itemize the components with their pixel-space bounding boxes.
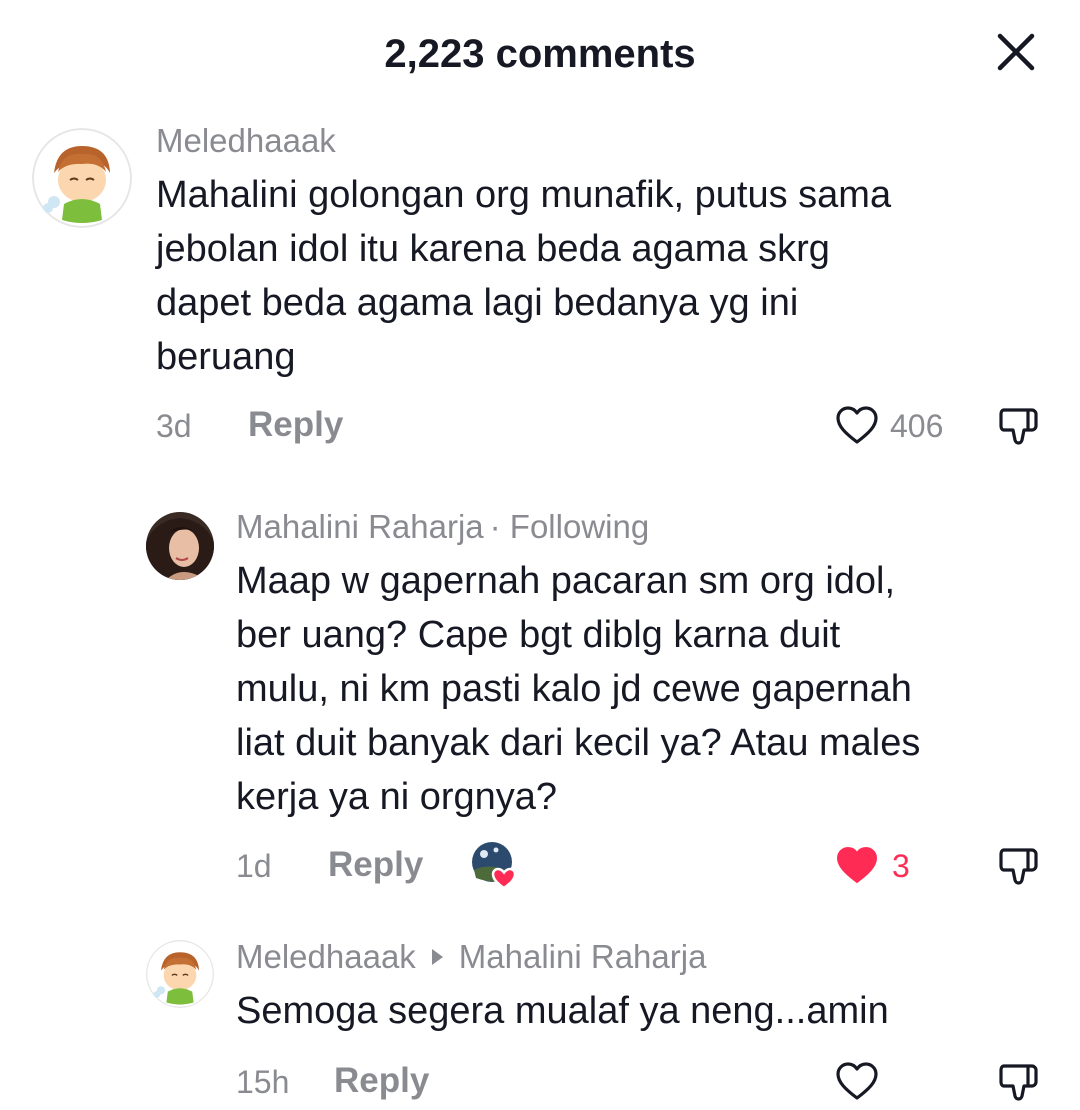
reply-arrow-icon [431, 949, 443, 966]
dislike-icon[interactable] [998, 404, 1042, 448]
comments-count-title: 2,223 comments [384, 32, 696, 76]
comment-text-line: Mahalini golongan org munafik, putus sam… [156, 174, 892, 216]
dislike-icon[interactable] [998, 1060, 1042, 1104]
like-count: 406 [890, 408, 944, 444]
comment-text-line: Maap w gapernah pacaran sm org idol, [236, 560, 896, 602]
comment-text-line: beruang [156, 336, 296, 378]
comment-timestamp: 15h [236, 1064, 290, 1100]
reply-button[interactable]: Reply [334, 1061, 429, 1101]
comment-text-line: liat duit banyak dari kecil ya? Atau mal… [236, 722, 921, 764]
comment-text: Maap w gapernah pacaran sm org idol, ber… [236, 554, 1056, 824]
reply-to-name[interactable]: Mahalini Raharja [459, 938, 707, 975]
comment-username[interactable]: Mahalini Raharja · Following [236, 508, 649, 546]
creator-name[interactable]: Mahalini Raharja [236, 508, 484, 545]
avatar[interactable] [32, 128, 132, 228]
heart-icon[interactable] [835, 405, 879, 445]
reply-button[interactable]: Reply [328, 845, 423, 885]
following-badge: · Following [489, 508, 650, 545]
avatar[interactable] [146, 940, 214, 1008]
close-icon[interactable] [994, 30, 1038, 74]
dislike-icon[interactable] [998, 844, 1042, 888]
comment-text-line: dapet beda agama lagi bedanya yg ini [156, 282, 799, 324]
comment-text-line: ber uang? Cape bgt diblg karna duit [236, 614, 841, 656]
comment-text-line: Semoga segera mualaf ya neng...amin [236, 990, 889, 1032]
comment-timestamp: 3d [156, 408, 192, 444]
comment-timestamp: 1d [236, 848, 272, 884]
comment-username[interactable]: Meledhaaak [156, 122, 336, 160]
reply-button[interactable]: Reply [248, 405, 343, 445]
heart-icon[interactable] [835, 1061, 879, 1101]
comment-text-line: mulu, ni km pasti kalo jd cewe gapernah [236, 668, 912, 710]
avatar[interactable] [146, 512, 214, 580]
comment-username[interactable]: Meledhaaak Mahalini Raharja [236, 938, 706, 976]
comment-text: Semoga segera mualaf ya neng...amin [236, 984, 1056, 1038]
comment-text-line: kerja ya ni orgnya? [236, 776, 558, 818]
reply-author-name[interactable]: Meledhaaak [236, 938, 416, 975]
comment-text: Mahalini golongan org munafik, putus sam… [156, 168, 1036, 384]
heart-filled-icon[interactable] [835, 845, 879, 885]
creator-liked-icon [472, 842, 517, 890]
comment-text-line: jebolan idol itu karena beda agama skrg [156, 228, 830, 270]
like-count: 3 [892, 848, 910, 884]
